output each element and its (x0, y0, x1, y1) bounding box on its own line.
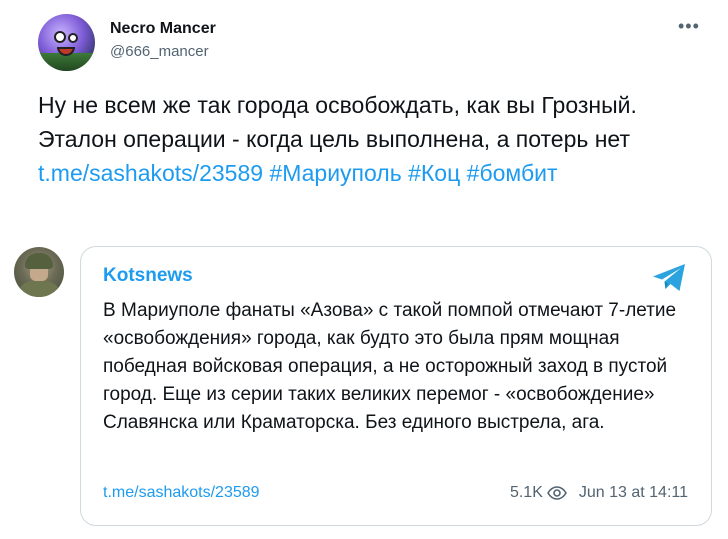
card-text: В Мариуполе фанаты «Азова» с такой помпо… (103, 300, 677, 433)
card-link[interactable]: t.me/sashakots/23589 (103, 484, 260, 502)
author-handle[interactable]: @666_mancer (110, 43, 209, 60)
view-count: 5.1K (509, 484, 543, 501)
channel-name[interactable]: Kotsnews (103, 265, 193, 287)
channel-avatar[interactable] (14, 247, 64, 297)
timestamp: Jun 13 at 14:11 (578, 484, 688, 501)
hashtag-kots[interactable]: #Коц (408, 160, 460, 186)
telegram-icon (653, 264, 685, 291)
author-avatar[interactable] (38, 14, 95, 71)
hashtag-bombit[interactable]: #бомбит (467, 160, 558, 186)
tweet-text: Ну не всем же так города освобождать, ка… (38, 88, 708, 190)
eye-icon (546, 486, 567, 500)
more-options-icon[interactable]: ••• (678, 16, 700, 37)
author-display-name[interactable]: Necro Mancer (110, 20, 216, 38)
tweet-link[interactable]: t.me/sashakots/23589 (38, 160, 263, 186)
hashtag-mariupol[interactable]: #Мариуполь (269, 160, 401, 186)
tweet: Necro Mancer @666_mancer ••• Ну не всем … (0, 0, 728, 539)
card-meta: 5.1K Jun 13 at 14:11 (510, 484, 688, 502)
tweet-text-body: Ну не всем же так города освобождать, ка… (38, 92, 637, 152)
